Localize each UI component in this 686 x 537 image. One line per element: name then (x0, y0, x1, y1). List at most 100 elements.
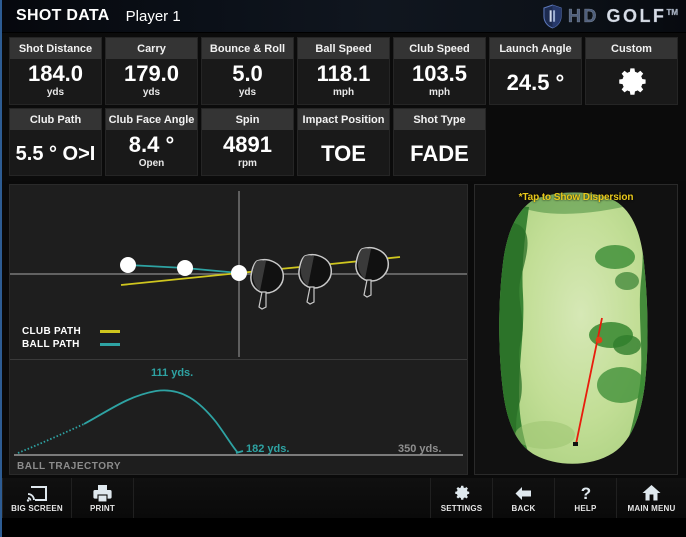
club-head-3 (355, 247, 390, 298)
gear-icon (618, 67, 646, 95)
green-overhead-view (499, 192, 648, 464)
legend-label: BALL PATH (22, 339, 80, 350)
cast-screen-icon (26, 483, 48, 503)
stat-row-primary: Shot Distance 184.0 yds Carry 179.0 yds … (9, 37, 681, 105)
settings-label: SETTINGS (440, 504, 483, 513)
stat-card-grid: Shot Distance 184.0 yds Carry 179.0 yds … (2, 33, 686, 181)
legend-label: CLUB PATH (22, 326, 81, 337)
gear-icon (453, 483, 471, 503)
big-screen-button[interactable]: BIG SCREEN (2, 478, 72, 518)
stat-value: FADE (410, 141, 469, 167)
main-content: CLUB PATH BALL PATH 111 yds. 182 yds. 35… (2, 181, 686, 478)
apex-height-label: 111 yds. (151, 367, 193, 379)
stat-value: 5.5 ° O>I (15, 143, 96, 166)
stat-body: 5.0 yds (202, 59, 293, 104)
ball-trajectory-title: BALL TRAJECTORY (17, 461, 121, 472)
print-button[interactable]: PRINT (72, 478, 134, 518)
logo-tm: TM (666, 8, 678, 17)
stat-label: Club Path (10, 109, 101, 130)
back-label: BACK (511, 504, 536, 513)
stat-label: Carry (106, 38, 197, 59)
stat-value: 8.4 ° (128, 132, 175, 158)
stat-card-spin[interactable]: Spin 4891 rpm (201, 108, 294, 176)
stat-card-launch-angle[interactable]: Launch Angle 24.5 ° (489, 37, 582, 105)
stat-value: 184.0 (27, 61, 84, 87)
stat-card-impact-position[interactable]: Impact Position TOE (297, 108, 390, 176)
toolbar-left-group: BIG SCREEN PRINT (2, 478, 134, 518)
custom-settings-button[interactable] (586, 59, 677, 104)
legend-item-club-path: CLUB PATH (22, 325, 120, 338)
hdgolf-logo: HD GOLFTM (543, 2, 678, 31)
stat-unit: yds (238, 86, 257, 98)
stat-card-bounce-and-roll[interactable]: Bounce & Roll 5.0 yds (201, 37, 294, 105)
ball-marker-impact (231, 265, 247, 281)
page-title: SHOT DATA (16, 7, 110, 24)
stat-body: 184.0 yds (10, 59, 101, 104)
stat-card-shot-type[interactable]: Shot Type FADE (393, 108, 486, 176)
landing-marker (595, 336, 603, 344)
settings-button[interactable]: SETTINGS (430, 478, 492, 518)
stat-body: 179.0 yds (106, 59, 197, 104)
green-dispersion-panel[interactable]: *Tap to Show Dispersion (474, 184, 678, 475)
stat-body: FADE (394, 130, 485, 175)
logo-golf: GOLF (606, 6, 667, 26)
stat-body: 103.5 mph (394, 59, 485, 104)
stat-card-shot-distance[interactable]: Shot Distance 184.0 yds (9, 37, 102, 105)
help-label: HELP (574, 504, 597, 513)
question-mark-icon: ? (578, 483, 594, 503)
stat-body: 8.4 ° Open (106, 130, 197, 175)
stat-card-ball-speed[interactable]: Ball Speed 118.1 mph (297, 37, 390, 105)
club-head-1 (250, 259, 285, 310)
printer-icon (93, 483, 112, 503)
stat-body: TOE (298, 130, 389, 175)
left-visualization-column: CLUB PATH BALL PATH 111 yds. 182 yds. 35… (9, 184, 468, 475)
stat-label: Shot Type (394, 109, 485, 130)
main-menu-button[interactable]: MAIN MENU (616, 478, 686, 518)
home-icon (642, 483, 661, 503)
stat-label: Spin (202, 109, 293, 130)
stat-body: 4891 rpm (202, 130, 293, 175)
ball-trajectory-chart: 111 yds. 182 yds. 350 yds. (14, 367, 463, 456)
stat-label: Ball Speed (298, 38, 389, 59)
stat-card-club-path[interactable]: Club Path 5.5 ° O>I (9, 108, 102, 176)
stat-card-carry[interactable]: Carry 179.0 yds (105, 37, 198, 105)
toolbar-right-group: SETTINGS BACK ? HELP MAIN MENU (430, 478, 686, 518)
tee-marker (573, 442, 578, 446)
stat-value: 5.0 (232, 61, 263, 87)
stat-value: 4891 (223, 132, 272, 158)
ball-marker-2 (177, 260, 193, 276)
stat-card-custom[interactable]: Custom (585, 37, 678, 105)
legend-swatch-ball-path (100, 343, 120, 346)
stat-value: 24.5 ° (506, 70, 565, 96)
stat-body: 5.5 ° O>I (10, 130, 101, 175)
stat-card-club-face-angle[interactable]: Club Face Angle 8.4 ° Open (105, 108, 198, 176)
club-path-panel[interactable]: CLUB PATH BALL PATH (10, 185, 467, 360)
stat-label: Launch Angle (490, 38, 581, 59)
ball-marker-1 (120, 257, 136, 273)
stat-unit: mph (428, 86, 451, 98)
path-legend: CLUB PATH BALL PATH (22, 325, 120, 351)
help-button[interactable]: ? HELP (554, 478, 616, 518)
footer: BIG SCREEN PRINT SETTINGS BACK ? HELP MA… (2, 478, 686, 537)
trajectory-dotted-segment (17, 423, 85, 454)
footer-filler (2, 518, 686, 537)
x-axis-end-label: 350 yds. (398, 443, 441, 455)
back-button[interactable]: BACK (492, 478, 554, 518)
stat-unit: mph (332, 86, 355, 98)
stat-card-club-speed[interactable]: Club Speed 103.5 mph (393, 37, 486, 105)
trajectory-line (83, 389, 239, 454)
shield-icon (543, 4, 562, 29)
ball-trajectory-panel[interactable]: 111 yds. 182 yds. 350 yds. BALL TRAJECTO… (10, 360, 467, 474)
stat-value: 118.1 (316, 61, 371, 87)
stat-label: Bounce & Roll (202, 38, 293, 59)
legend-item-ball-path: BALL PATH (22, 338, 120, 351)
stat-unit: Open (138, 157, 165, 169)
big-screen-label: BIG SCREEN (11, 504, 63, 513)
tap-to-show-dispersion-label: *Tap to Show Dispersion (518, 192, 634, 203)
stat-value: 103.5 (411, 61, 468, 87)
stat-label: Impact Position (298, 109, 389, 130)
stat-body: 24.5 ° (490, 59, 581, 104)
svg-text:?: ? (580, 484, 590, 502)
logo-hd: HD (567, 6, 599, 26)
bottom-toolbar: BIG SCREEN PRINT SETTINGS BACK ? HELP MA… (2, 478, 686, 518)
